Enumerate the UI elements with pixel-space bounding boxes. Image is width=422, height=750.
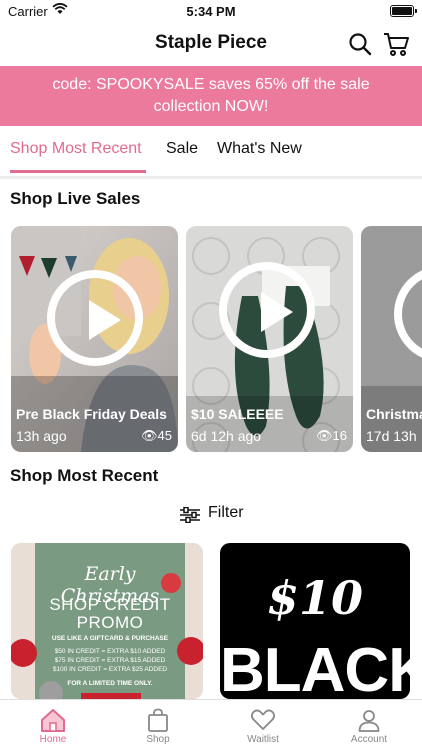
heart-icon xyxy=(250,709,276,730)
tab-home-label: Home xyxy=(39,734,67,745)
filter-icon xyxy=(180,507,200,523)
tab-home[interactable]: Home xyxy=(18,708,88,745)
tab-shop[interactable]: Shop xyxy=(123,708,193,745)
view-count: 👁︎16 xyxy=(316,428,347,444)
top-navigation: Staple Piece xyxy=(0,22,422,66)
promo-banner-line-2: collection NOW! xyxy=(153,98,269,115)
shopping-bag-icon xyxy=(148,708,168,732)
filter-label: Filter xyxy=(208,504,244,521)
product-card-price-text: $10 xyxy=(266,571,364,625)
home-icon xyxy=(41,709,65,732)
tab-shop-most-recent[interactable]: Shop Most Recent xyxy=(10,140,142,158)
tab-account[interactable]: Account xyxy=(334,708,404,745)
product-card[interactable]: Early Christmas SHOP CREDIT PROMO USE LI… xyxy=(11,543,203,699)
promo-banner[interactable]: code: SPOOKYSALE saves 65% off the sale … xyxy=(0,66,422,126)
tab-waitlist-label: Waitlist xyxy=(247,734,279,745)
promo-title-2: PROMO xyxy=(76,613,144,632)
promo-title-1: SHOP CREDIT xyxy=(49,595,171,614)
eye-icon: 👁︎ xyxy=(316,428,333,443)
promo-banner-line-1: code: SPOOKYSALE saves 65% off the sale xyxy=(52,76,370,93)
tab-sale[interactable]: Sale xyxy=(166,140,198,158)
live-sale-time: 13h ago xyxy=(16,428,67,444)
cart-icon[interactable] xyxy=(382,30,410,58)
category-tabs: Shop Most Recent Sale What's New xyxy=(0,126,422,179)
live-sales-carousel[interactable]: Pre Black Friday Deals 13h ago 👁︎45 $10 … xyxy=(0,226,422,452)
eye-icon: 👁︎ xyxy=(141,428,158,443)
battery-icon xyxy=(390,5,417,17)
live-sales-heading: Shop Live Sales xyxy=(10,189,141,208)
most-recent-heading: Shop Most Recent xyxy=(10,466,159,485)
promo-tier-1: $50 IN CREDIT = EXTRA $10 ADDED xyxy=(54,648,166,655)
play-icon[interactable] xyxy=(219,262,315,358)
tab-waitlist[interactable]: Waitlist xyxy=(228,708,298,745)
view-count: 👁︎45 xyxy=(141,428,172,444)
tab-whats-new[interactable]: What's New xyxy=(217,140,302,158)
promo-tier-2: $75 IN CREDIT = EXTRA $15 ADDED xyxy=(54,657,166,664)
live-sale-time: 17d 13h xyxy=(366,428,417,444)
live-sale-card[interactable]: Christma 17d 13h xyxy=(361,226,422,452)
live-sale-title: $10 SALEEEE xyxy=(191,406,284,422)
tab-shop-label: Shop xyxy=(146,734,170,745)
user-icon xyxy=(358,710,380,732)
play-icon[interactable] xyxy=(47,270,143,366)
active-tab-indicator xyxy=(10,170,146,173)
view-count-value: 45 xyxy=(157,428,172,443)
live-sale-card[interactable]: $10 SALEEEE 6d 12h ago 👁︎16 xyxy=(186,226,353,452)
tab-account-label: Account xyxy=(350,734,388,745)
product-card[interactable]: $10 BLACK xyxy=(220,543,410,699)
live-sale-time: 6d 12h ago xyxy=(191,428,262,444)
search-icon[interactable] xyxy=(348,32,372,56)
live-sale-title: Christma xyxy=(366,406,422,422)
live-sale-card[interactable]: Pre Black Friday Deals 13h ago 👁︎45 xyxy=(11,226,178,452)
view-count-value: 16 xyxy=(332,428,347,443)
live-sale-title: Pre Black Friday Deals xyxy=(16,406,167,422)
clock: 5:34 PM xyxy=(186,4,236,19)
promo-tier-3: $100 IN CREDIT = EXTRA $25 ADDED xyxy=(52,666,168,673)
promo-limited: FOR A LIMITED TIME ONLY. xyxy=(67,680,153,687)
promo-subtitle: USE LIKE A GIFTCARD & PURCHASE xyxy=(51,635,169,642)
status-bar: Carrier 5:34 PM xyxy=(0,0,422,22)
bottom-tab-bar: Home Shop Waitlist Account xyxy=(0,699,422,750)
product-card-black-text: BLACK xyxy=(220,636,410,699)
